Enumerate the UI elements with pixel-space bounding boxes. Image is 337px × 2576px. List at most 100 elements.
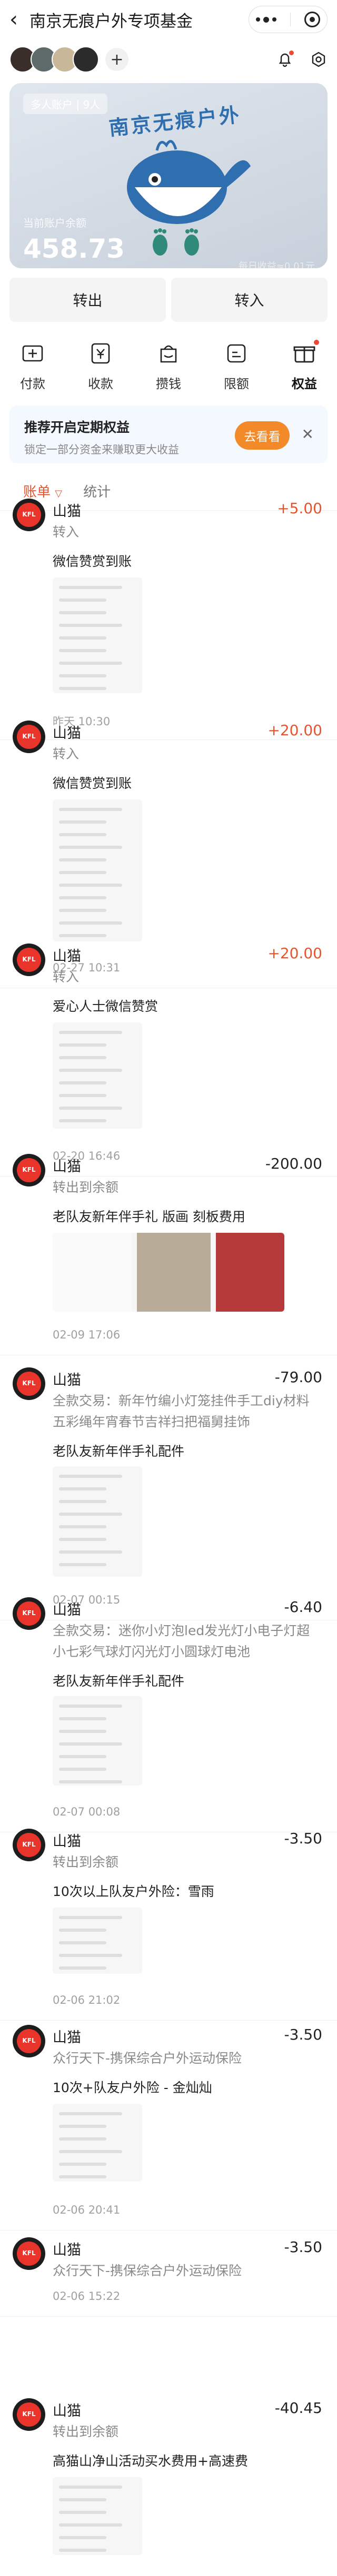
- payer-name: 山猫: [53, 1372, 81, 1388]
- transaction-type: 转入: [53, 969, 80, 985]
- amount: -3.50: [284, 2238, 322, 2256]
- tab-bill[interactable]: 账单 ▽: [23, 481, 62, 501]
- header: ‹ 南京无痕户外专项基金: [0, 0, 337, 39]
- tab-stats[interactable]: 统计: [83, 481, 111, 501]
- close-icon[interactable]: ✕: [302, 425, 314, 443]
- avatar: [13, 721, 45, 753]
- transaction-note: 微信赞赏到账: [53, 776, 132, 791]
- avatar: [13, 2025, 45, 2057]
- transaction-note: 老队友新年伴手礼配件: [53, 1444, 185, 1459]
- more-icon[interactable]: [256, 16, 276, 23]
- transaction-note: 微信赞赏到账: [53, 554, 132, 569]
- promo-button[interactable]: 去看看: [235, 421, 290, 450]
- tool-receive[interactable]: 收款: [78, 339, 123, 392]
- gear-icon[interactable]: [310, 50, 328, 68]
- avatar: [13, 1154, 45, 1186]
- receipt-thumbnail[interactable]: [53, 577, 142, 693]
- receipt-thumbnail[interactable]: [53, 1696, 142, 1786]
- amount: -3.50: [284, 2026, 322, 2043]
- amount: -40.45: [274, 2399, 322, 2417]
- payer-name: 山猫: [53, 1833, 81, 1850]
- avatar: [13, 1597, 45, 1630]
- tool-payment[interactable]: 付款: [11, 339, 55, 392]
- avatar[interactable]: [73, 46, 99, 73]
- transaction-note: 高猫山净山活动买水费用+高速费: [53, 2453, 248, 2469]
- transaction-type: 全款交易：迷你小灯泡led发光灯小电子灯超小七彩气球灯闪光灯小圆球灯电池: [53, 1623, 310, 1659]
- daily-earning: 每日收益≈0.01元: [238, 261, 315, 268]
- transaction-type: 转入: [53, 524, 80, 540]
- payer-name: 山猫: [53, 503, 81, 520]
- divider: [0, 2316, 337, 2317]
- capsule-divider: [290, 13, 291, 26]
- payer-name: 山猫: [53, 2030, 81, 2046]
- transaction-note: 10次+队友户外险 - 金灿灿: [53, 2080, 212, 2095]
- bell-icon[interactable]: [276, 50, 294, 68]
- transfer-out-button[interactable]: 转出: [9, 278, 166, 322]
- transaction-type: 转出到余额: [53, 2424, 119, 2439]
- tool-bar: 付款 收款 攒钱 限额 权益: [0, 339, 337, 392]
- transaction-type: 转出到余额: [53, 1854, 119, 1870]
- transaction-note: 老队友新年伴手礼配件: [53, 1674, 185, 1689]
- avatar: [13, 2237, 45, 2270]
- payer-name: 山猫: [53, 2403, 81, 2419]
- receipt-thumbnail[interactable]: [53, 2104, 142, 2182]
- payment-icon: [18, 339, 47, 368]
- receive-icon: [86, 339, 115, 368]
- payer-name: 山猫: [53, 725, 81, 742]
- limit-icon: [222, 339, 251, 368]
- amount: +20.00: [267, 945, 322, 962]
- close-miniapp-icon[interactable]: [304, 12, 320, 27]
- divider: [0, 1176, 337, 1177]
- back-icon[interactable]: ‹: [9, 9, 22, 30]
- avatar: [13, 2398, 45, 2431]
- promo-banner[interactable]: 推荐开启定期权益 锁定一部分资金来赚取更大收益 去看看 ✕: [9, 405, 328, 463]
- transaction-type: 众行天下-携保综合户外运动保险: [53, 2051, 242, 2066]
- divider: [0, 2020, 337, 2021]
- payer-name: 山猫: [53, 2242, 81, 2258]
- transaction-note: 10次以上队友户外险：雪雨: [53, 1884, 214, 1899]
- account-card[interactable]: 多人账户 | 9人 南京无痕户外 当前账户余额 458.73 每日收益≈0.01…: [9, 83, 328, 268]
- member-bar: +: [0, 39, 337, 80]
- tool-limit[interactable]: 限额: [214, 339, 259, 392]
- avatar: [13, 944, 45, 976]
- avatar: [13, 499, 45, 531]
- member-count-tag: 多人账户 | 9人: [23, 94, 108, 114]
- amount: -6.40: [284, 1598, 322, 1616]
- receipt-thumbnail[interactable]: [53, 1908, 142, 1974]
- transaction-type: 众行天下-携保综合户外运动保险: [53, 2263, 242, 2278]
- avatar: [13, 1829, 45, 1861]
- tool-label: 限额: [224, 377, 249, 391]
- transaction-time: 02-06 20:41: [53, 2204, 121, 2216]
- transfer-actions: 转出 转入: [9, 278, 328, 322]
- tool-label: 收款: [88, 377, 113, 391]
- balance-value: 458.73: [23, 234, 125, 264]
- avatar: [13, 1367, 45, 1400]
- receipt-thumbnail[interactable]: [53, 1022, 142, 1129]
- tool-benefit[interactable]: 权益: [282, 339, 326, 392]
- payer-name: 山猫: [53, 1602, 81, 1618]
- receipt-thumbnail[interactable]: [53, 2477, 142, 2555]
- divider: [0, 739, 337, 740]
- payer-name: 山猫: [53, 1159, 81, 1175]
- tab-bill-label: 账单: [23, 484, 51, 500]
- amount: -3.50: [284, 1830, 322, 1847]
- add-member-button[interactable]: +: [105, 48, 128, 71]
- transfer-in-button[interactable]: 转入: [171, 278, 328, 322]
- bill-filter: 账单 ▽ 统计: [23, 481, 337, 501]
- receipt-thumbnail[interactable]: [53, 1466, 142, 1577]
- receipt-thumbnail[interactable]: [53, 1233, 284, 1312]
- savings-icon: [154, 339, 183, 368]
- amount: -200.00: [265, 1155, 322, 1172]
- tool-savings[interactable]: 攒钱: [146, 339, 191, 392]
- balance-label: 当前账户余额: [23, 217, 86, 229]
- transaction-time: 02-06 15:22: [53, 2290, 121, 2303]
- transaction-note: 爱心人士微信赞赏: [53, 999, 158, 1014]
- transaction-time: 02-06 21:02: [53, 1994, 121, 2006]
- receipt-thumbnail[interactable]: [53, 799, 142, 941]
- amount: -79.00: [274, 1368, 322, 1386]
- tool-label: 付款: [20, 377, 45, 391]
- transaction-time: 02-09 17:06: [53, 1328, 121, 1341]
- amount: +5.00: [277, 500, 322, 517]
- payer-name: 山猫: [53, 948, 81, 965]
- funnel-icon: ▽: [55, 488, 63, 499]
